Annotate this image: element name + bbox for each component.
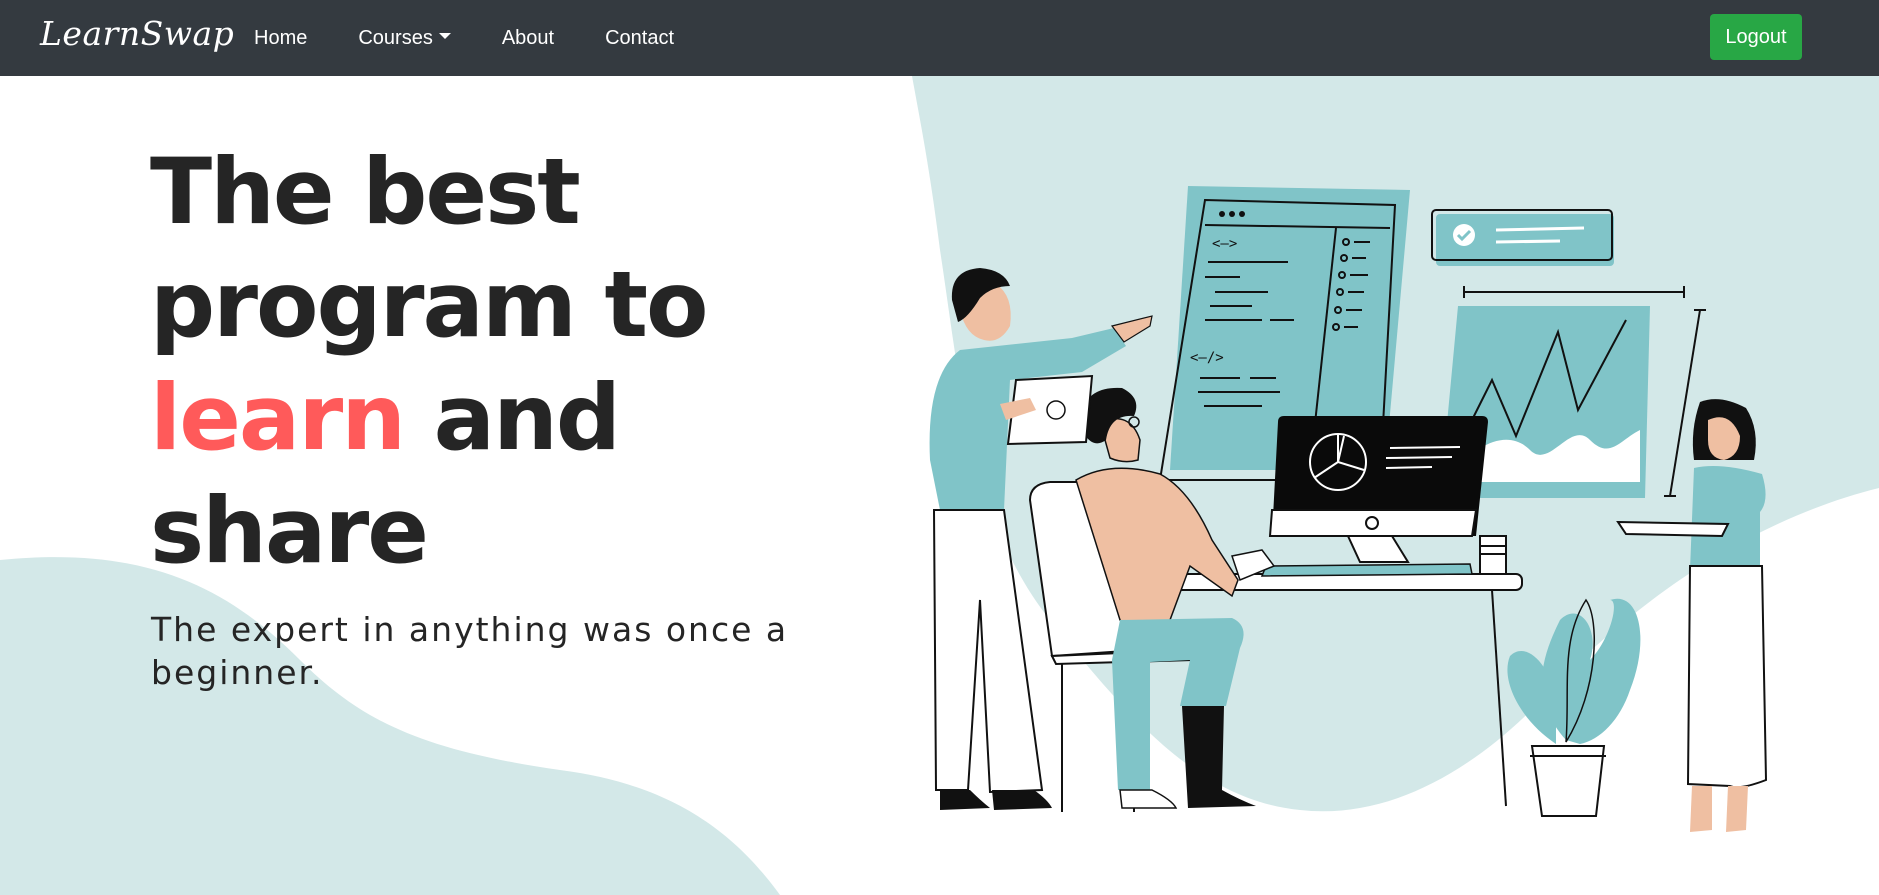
hero-tagline: The expert in anything was once a beginn…: [151, 610, 789, 692]
nav-contact-link[interactable]: Contact: [605, 27, 674, 50]
monitor: [1260, 416, 1488, 577]
brand-logo[interactable]: LearnSwap: [40, 14, 234, 53]
hero-title: The best program to learn and share: [150, 136, 708, 588]
notification-card: [1431, 209, 1614, 266]
hero-title-highlight: learn: [150, 366, 406, 471]
nav-courses-dropdown[interactable]: Courses: [358, 26, 451, 50]
code-snippet-1: <—>: [1212, 236, 1237, 252]
logout-button[interactable]: Logout: [1710, 14, 1802, 60]
nav-about-link[interactable]: About: [502, 27, 554, 50]
top-navbar: LearnSwap Home Courses About Contact Log…: [0, 0, 1879, 76]
hero-title-line3-rest: and: [403, 366, 621, 471]
code-snippet-2: <—/>: [1190, 350, 1224, 366]
nav-links: Home Courses About Contact: [254, 0, 725, 76]
hero-title-line1: The best: [150, 140, 581, 245]
caret-down-icon: [438, 33, 451, 40]
hero-title-line4: share: [150, 479, 429, 584]
hero-title-line2: program to: [150, 253, 708, 358]
nav-courses-label: Courses: [358, 26, 433, 49]
hero-illustration: <—> <—/>: [929, 186, 1768, 832]
coffee-cup: [1479, 535, 1507, 575]
potted-plant: [1507, 598, 1641, 817]
nav-home-link[interactable]: Home: [254, 27, 307, 50]
